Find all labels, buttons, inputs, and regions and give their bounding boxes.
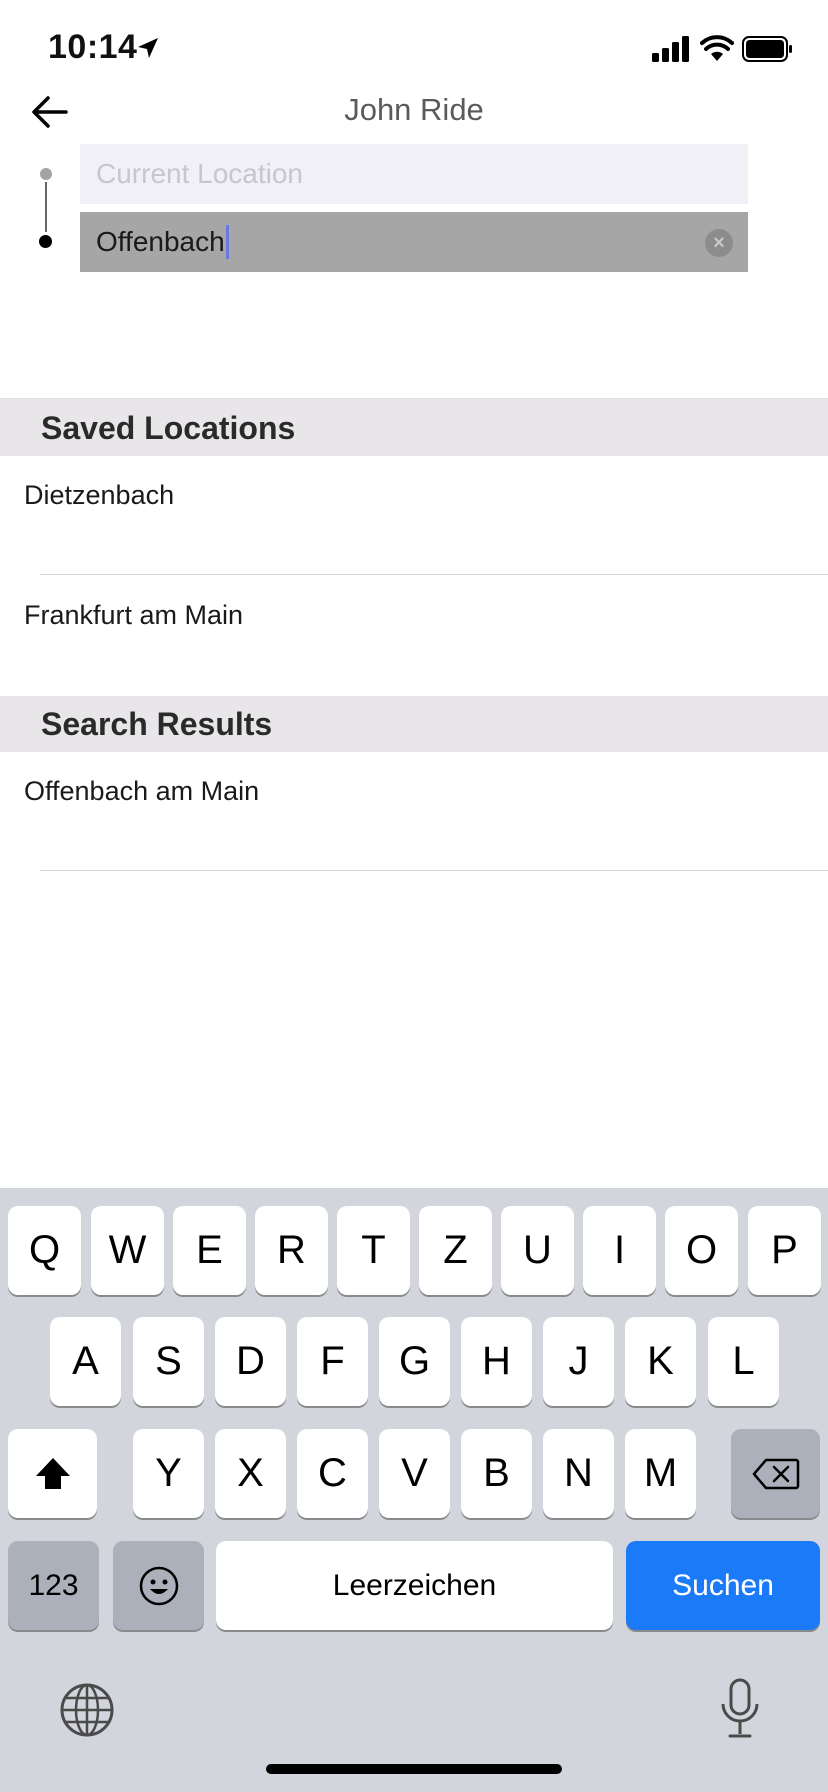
section-saved-locations: Saved Locations [0, 400, 828, 456]
key-i[interactable]: I [583, 1206, 656, 1295]
search-key[interactable]: Suchen [626, 1541, 820, 1630]
keyboard: Q W E R T Z U I O P A S D F G H J K L Y … [0, 1188, 828, 1792]
cellular-signal-icon [652, 36, 689, 62]
key-k[interactable]: K [625, 1317, 696, 1406]
list-divider [40, 870, 828, 871]
key-j[interactable]: J [543, 1317, 614, 1406]
backspace-key[interactable] [731, 1429, 820, 1518]
origin-placeholder: Current Location [96, 158, 304, 189]
page-title: John Ride [344, 92, 484, 127]
route-line [45, 182, 47, 232]
microphone-icon[interactable] [718, 1678, 762, 1740]
home-indicator [266, 1764, 562, 1774]
battery-icon [742, 36, 792, 62]
key-l[interactable]: L [708, 1317, 779, 1406]
key-s[interactable]: S [133, 1317, 204, 1406]
key-q[interactable]: Q [8, 1206, 81, 1295]
key-b[interactable]: B [461, 1429, 532, 1518]
key-n[interactable]: N [543, 1429, 614, 1518]
key-f[interactable]: F [297, 1317, 368, 1406]
key-d[interactable]: D [215, 1317, 286, 1406]
globe-icon[interactable] [59, 1682, 115, 1738]
key-e[interactable]: E [173, 1206, 246, 1295]
key-c[interactable]: C [297, 1429, 368, 1518]
list-item[interactable]: Dietzenbach [24, 480, 174, 511]
key-u[interactable]: U [501, 1206, 574, 1295]
destination-dot [39, 235, 52, 248]
key-y[interactable]: Y [133, 1429, 204, 1518]
key-a[interactable]: A [50, 1317, 121, 1406]
section-search-results: Search Results [0, 696, 828, 752]
key-t[interactable]: T [337, 1206, 410, 1295]
key-h[interactable]: H [461, 1317, 532, 1406]
backspace-icon [752, 1458, 799, 1489]
key-p[interactable]: P [748, 1206, 821, 1295]
key-m[interactable]: M [625, 1429, 696, 1518]
key-r[interactable]: R [255, 1206, 328, 1295]
shift-icon [35, 1457, 70, 1489]
wifi-icon [700, 35, 734, 61]
key-o[interactable]: O [665, 1206, 738, 1295]
key-x[interactable]: X [215, 1429, 286, 1518]
shift-key[interactable] [8, 1429, 97, 1518]
emoji-icon [139, 1566, 178, 1605]
location-arrow-icon [138, 38, 158, 58]
origin-dot [40, 168, 52, 180]
destination-input[interactable]: Offenbach [80, 212, 748, 272]
emoji-key[interactable] [113, 1541, 204, 1630]
origin-input[interactable]: Current Location [80, 144, 748, 204]
key-z[interactable]: Z [419, 1206, 492, 1295]
destination-value: Offenbach [96, 226, 225, 257]
key-g[interactable]: G [379, 1317, 450, 1406]
key-w[interactable]: W [91, 1206, 164, 1295]
list-item[interactable]: Offenbach am Main [24, 776, 259, 807]
text-caret [225, 225, 229, 259]
clear-x-icon[interactable]: × [705, 229, 733, 257]
status-time: 10:14 [48, 28, 138, 66]
list-item[interactable]: Frankfurt am Main [24, 600, 243, 631]
list-divider [40, 574, 828, 575]
numbers-key[interactable]: 123 [8, 1541, 99, 1630]
key-v[interactable]: V [379, 1429, 450, 1518]
space-key[interactable]: Leerzeichen [216, 1541, 613, 1630]
